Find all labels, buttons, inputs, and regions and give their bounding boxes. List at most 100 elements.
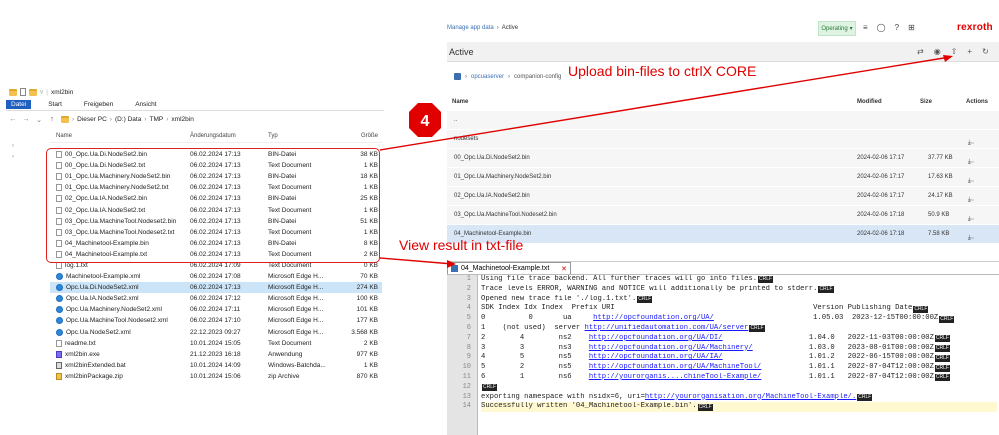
forward-arrow-icon[interactable]: → <box>22 116 30 123</box>
menu-icon[interactable]: ≡ <box>863 23 868 32</box>
file-row[interactable]: Opc.Ua.NodeSet2.xml 22.12.2023 09:27 Micro… <box>50 327 382 338</box>
editor-content[interactable]: Using file trace backend. All further tr… <box>481 275 997 413</box>
more-icon[interactable]: ⋯ <box>968 178 975 185</box>
breadcrumb-current: Active <box>501 25 519 31</box>
file-row[interactable]: Opc.Ua.MachineTool.Nodeset2.xml 06.02.202… <box>50 315 382 326</box>
parent-folder-row[interactable]: .. <box>447 111 999 130</box>
file-date: 10.01.2024 15:06 <box>190 372 241 380</box>
code-line: exporting namespace with nsidx=6, uri=ht… <box>481 393 997 403</box>
url-link[interactable]: http://opcfoundation.org/UA/MachineTool/ <box>589 363 762 371</box>
file-name: log.1.txt <box>65 261 88 269</box>
file-name: readme.txt <box>65 339 96 347</box>
file-row[interactable]: 04_Machinetool-Example.bin 2024-02-06 17:… <box>447 225 999 244</box>
folder-row[interactable]: nodesets ⤓ ⋯ <box>447 130 999 149</box>
file-row[interactable]: 03_Opc.Ua.MachineTool.Nodeset2.bin 2024-0… <box>447 206 999 225</box>
url-link[interactable]: http://opcfoundation.org/UA/IA/ <box>589 353 723 361</box>
grid-icon[interactable]: ⊞ <box>908 23 915 32</box>
file-size: 101 KB <box>356 306 378 314</box>
ribbon-tab-datei[interactable]: Datei <box>6 100 32 109</box>
more-icon[interactable]: ⋯ <box>968 159 975 166</box>
row-name: 03_Opc.Ua.MachineTool.Nodeset2.bin <box>454 212 557 218</box>
editor-tab[interactable]: 04_Machinetool-Example.txt ✕ <box>447 262 571 274</box>
recent-dropdown-icon[interactable]: ⌄ <box>35 116 43 124</box>
code-line: 6 1 ns6 http://yourorganis....chineTool-… <box>481 373 997 383</box>
text-editor: 04_Machinetool-Example.txt ✕ 1 2 3 4 5 6 7 8 9 10… <box>447 261 999 435</box>
breadcrumb[interactable]: › Dieser PC › (D:) Data › TMP › xml2bin <box>61 116 194 123</box>
up-arrow-icon[interactable]: ↑ <box>48 116 56 123</box>
document-file-icon <box>56 339 62 347</box>
line-ending-marker: CRLF <box>482 384 498 392</box>
upload-icon[interactable]: ⇧ <box>951 47 958 56</box>
more-icon[interactable]: ⋯ <box>968 216 975 223</box>
column-header-name[interactable]: Name <box>50 133 190 142</box>
file-size: 0 KB <box>363 261 378 269</box>
user-icon[interactable]: ◯ <box>877 23 886 32</box>
column-header-size[interactable]: Size <box>920 99 932 105</box>
code-line: Successfully written '04_Machinetool-Exa… <box>481 402 997 413</box>
path-link[interactable]: opcuaserver <box>471 74 504 80</box>
column-header-size[interactable]: Größe <box>334 133 378 142</box>
title-separator: | <box>46 88 48 96</box>
url-link[interactable]: http://opcfoundation.org/UA/DI/ <box>589 334 723 342</box>
tree-chevron-icon[interactable]: › <box>12 154 42 165</box>
file-row[interactable]: xml2bin.exe 21.12.2023 16:18 Anwendung 977 … <box>50 349 382 360</box>
column-header-type[interactable]: Typ <box>268 133 334 142</box>
back-arrow-icon[interactable]: ← <box>9 116 17 123</box>
column-header-name[interactable]: Name <box>452 99 468 105</box>
file-row[interactable]: xml2binPackage.zip 10.01.2024 15:06 zip Ar… <box>50 371 382 382</box>
ribbon-tab-freigeben[interactable]: Freigeben <box>79 100 118 109</box>
column-header-modified[interactable]: Modified <box>857 99 882 105</box>
status-badge[interactable]: Operating ▾ <box>818 21 856 36</box>
file-name: xml2binPackage.zip <box>65 372 123 380</box>
breadcrumb-link[interactable]: Manage app data <box>447 25 494 31</box>
url-link[interactable]: http://yourorganisation.org/MachineTool-… <box>645 393 856 401</box>
editor-body[interactable]: 1 2 3 4 5 6 7 8 9 10 11 12 13 14 Using file trace bac… <box>447 274 999 435</box>
code-line-text: Successfully written '04_Machinetool-Exa… <box>481 402 697 411</box>
file-row[interactable]: 01_Opc.Ua.Machinery.NodeSet2.bin 2024-02-… <box>447 168 999 187</box>
file-row[interactable]: Opc.Ua.IA.NodeSet2.xml 06.02.2024 17:12 Mi… <box>50 293 382 304</box>
close-icon[interactable]: ✕ <box>561 265 567 273</box>
quick-access-dropdown-icon[interactable]: ▿ <box>40 88 43 96</box>
refresh-icon[interactable]: ↻ <box>982 47 989 56</box>
add-icon[interactable]: + <box>967 47 972 56</box>
view-icon[interactable]: ◉ <box>934 47 941 56</box>
url-link[interactable]: http://yourorganis....chineTool-Example/ <box>589 373 762 381</box>
transfer-icon[interactable]: ⇄ <box>917 47 924 56</box>
breadcrumb-item[interactable]: TMP <box>150 116 164 123</box>
file-row[interactable]: Machinetool-Example.xml 06.02.2024 17:08 M… <box>50 271 382 282</box>
line-number: 3 <box>466 294 471 303</box>
file-type: Microsoft Edge H... <box>268 295 324 303</box>
file-row[interactable]: xml2binExtended.bat 10.01.2024 14:09 Windo… <box>50 360 382 371</box>
file-size: 177 KB <box>356 317 378 325</box>
file-name: xml2bin.exe <box>65 350 100 358</box>
file-date: 21.12.2023 16:18 <box>190 350 241 358</box>
breadcrumb-item[interactable]: Dieser PC <box>77 116 107 123</box>
breadcrumb-item[interactable]: (D:) Data <box>115 116 141 123</box>
step-badge: 4 <box>408 102 442 138</box>
folder-icon <box>9 88 17 96</box>
more-icon[interactable]: ⋯ <box>968 140 975 147</box>
properties-icon[interactable] <box>20 88 26 96</box>
column-header-date[interactable]: Änderungsdatum <box>190 133 268 142</box>
file-row[interactable]: Opc.Ua.Machinery.NodeSet2.xml 06.02.2024 … <box>50 304 382 315</box>
url-link[interactable]: http://opcfoundation.org/UA/ <box>593 314 714 322</box>
file-row[interactable]: readme.txt 10.01.2024 15:05 Text Document 2… <box>50 338 382 349</box>
file-row[interactable]: Opc.Ua.Di.NodeSet2.xml 06.02.2024 17:13 Mi… <box>50 282 382 294</box>
row-size: 24.17 KB <box>928 193 953 199</box>
file-type: Microsoft Edge H... <box>268 284 324 292</box>
more-icon[interactable]: ⋯ <box>968 197 975 204</box>
breadcrumb-item[interactable]: xml2bin <box>171 116 193 123</box>
file-name-cell: Opc.Ua.MachineTool.Nodeset2.xml <box>50 317 190 325</box>
file-row[interactable]: 00_Opc.Ua.Di.NodeSet2.bin 2024-02-06 17:1… <box>447 149 999 168</box>
url-link[interactable]: http://unifiedautomation.com/UA/server <box>585 324 749 332</box>
home-icon[interactable] <box>454 73 461 80</box>
new-folder-icon[interactable] <box>29 88 37 96</box>
breadcrumb-separator: › <box>166 116 169 123</box>
more-icon[interactable]: ⋯ <box>968 235 975 242</box>
help-icon[interactable]: ? <box>895 23 899 32</box>
tree-chevron-icon[interactable]: › <box>12 143 42 154</box>
ribbon-tab-ansicht[interactable]: Ansicht <box>130 100 161 109</box>
url-link[interactable]: http://opcfoundation.org/UA/Machinery/ <box>589 344 753 352</box>
ribbon-tab-start[interactable]: Start <box>43 100 67 109</box>
file-row[interactable]: 02_Opc.Ua.IA.NodeSet2.bin 2024-02-06 17:1… <box>447 187 999 206</box>
